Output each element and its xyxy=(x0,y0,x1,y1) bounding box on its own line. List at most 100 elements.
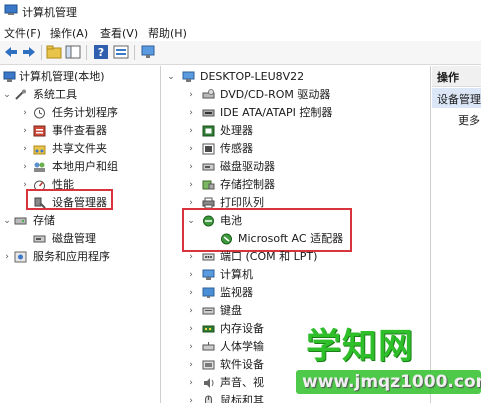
keyboard-icon xyxy=(202,307,215,315)
disk-management-icon xyxy=(33,235,46,243)
chevron-right-icon[interactable]: › xyxy=(186,266,196,284)
device-label: DVD/CD-ROM 驱动器 xyxy=(220,88,331,101)
tree-label: 磁盘管理 xyxy=(52,232,96,245)
chevron-right-icon[interactable]: › xyxy=(186,284,196,302)
chevron-right-icon[interactable]: › xyxy=(186,356,196,374)
actions-header: 操作 xyxy=(432,66,481,87)
watermark: 学知网 www.jmqz1000.com xyxy=(296,318,481,403)
chevron-right-icon[interactable]: › xyxy=(186,248,196,266)
console-tree-icon[interactable] xyxy=(65,44,81,60)
chevron-down-icon[interactable]: ⌄ xyxy=(2,86,12,104)
computer-management-icon xyxy=(4,4,18,15)
back-arrow-icon[interactable] xyxy=(3,44,19,60)
event-viewer-icon xyxy=(33,125,46,137)
processor-icon xyxy=(202,125,215,137)
chevron-right-icon[interactable]: › xyxy=(186,158,196,176)
toolbar-separator xyxy=(86,45,87,60)
watermark-url: www.jmqz1000.com xyxy=(302,372,481,392)
chevron-right-icon[interactable]: › xyxy=(186,104,196,122)
storage-icon xyxy=(14,217,27,225)
toolbar-separator xyxy=(134,45,135,60)
device-label: IDE ATA/ATAPI 控制器 xyxy=(220,106,333,119)
tree-disk-management[interactable]: 磁盘管理 xyxy=(0,230,160,248)
chevron-down-icon[interactable]: ⌄ xyxy=(166,68,176,86)
chevron-right-icon[interactable]: › xyxy=(20,158,30,176)
device-label: 计算机 xyxy=(220,268,253,281)
speaker-icon xyxy=(204,378,214,388)
users-icon xyxy=(34,162,45,172)
tree-system-tools[interactable]: ⌄ 系统工具 xyxy=(0,86,160,104)
battery-highlight xyxy=(182,208,352,252)
software-device-icon xyxy=(202,360,215,370)
chevron-right-icon[interactable]: › xyxy=(20,122,30,140)
device-sensors[interactable]: › 传感器 xyxy=(162,140,430,158)
chevron-right-icon[interactable]: › xyxy=(20,140,30,158)
actions-selected-item[interactable]: 设备管理 xyxy=(432,88,481,108)
device-disk[interactable]: › 磁盘驱动器 xyxy=(162,158,430,176)
watermark-title: 学知网 xyxy=(306,327,415,367)
services-icon xyxy=(14,251,27,263)
actions-selected-label: 设备管理 xyxy=(437,93,481,106)
tree-services[interactable]: › 服务和应用程序 xyxy=(0,248,160,266)
chevron-right-icon[interactable]: › xyxy=(186,338,196,356)
tree-local-users[interactable]: › 本地用户和组 xyxy=(0,158,160,176)
computer-icon xyxy=(202,269,215,280)
forward-arrow-icon[interactable] xyxy=(21,44,37,60)
console-tree-pane: 计算机管理(本地) ⌄ 系统工具 › 任务计划程序 › 事件查看器 › 共享文件… xyxy=(0,66,161,403)
tree-label: 事件查看器 xyxy=(52,124,107,137)
tree-task-scheduler[interactable]: › 任务计划程序 xyxy=(0,104,160,122)
tree-shared-folders[interactable]: › 共享文件夹 xyxy=(0,140,160,158)
chevron-right-icon[interactable]: › xyxy=(186,374,196,392)
device-computer[interactable]: ⌄ DESKTOP-LEU8V22 xyxy=(162,68,430,86)
chevron-right-icon[interactable]: › xyxy=(20,104,30,122)
tree-label: 共享文件夹 xyxy=(52,142,107,155)
toolbar-separator xyxy=(41,45,42,60)
menu-file[interactable]: 文件(F) xyxy=(4,25,41,41)
tools-icon xyxy=(15,89,26,100)
chevron-right-icon[interactable]: › xyxy=(186,392,196,403)
device-dvd[interactable]: › DVD/CD-ROM 驱动器 xyxy=(162,86,430,104)
device-label: 声音、视 xyxy=(220,376,264,389)
title-bar: 计算机管理 xyxy=(0,0,481,23)
device-computer-category[interactable]: › 计算机 xyxy=(162,266,430,284)
tree-label: 本地用户和组 xyxy=(52,160,118,173)
monitor-icon[interactable] xyxy=(140,44,156,60)
window-title: 计算机管理 xyxy=(22,6,77,19)
storage-controller-icon xyxy=(202,180,215,190)
menu-action[interactable]: 操作(A) xyxy=(50,25,88,41)
ide-controller-icon xyxy=(202,109,215,117)
mouse-icon xyxy=(205,395,212,403)
device-storage-controller[interactable]: › 存储控制器 xyxy=(162,176,430,194)
tree-event-viewer[interactable]: › 事件查看器 xyxy=(0,122,160,140)
clock-icon xyxy=(34,107,45,119)
chevron-right-icon[interactable]: › xyxy=(186,122,196,140)
menu-help[interactable]: 帮助(H) xyxy=(148,25,187,41)
tree-root-label: 计算机管理(本地) xyxy=(19,70,105,83)
chevron-right-icon[interactable]: › xyxy=(186,302,196,320)
chevron-right-icon[interactable]: › xyxy=(186,320,196,338)
computer-management-icon xyxy=(3,71,16,82)
device-label: 磁盘驱动器 xyxy=(220,160,275,173)
device-ports[interactable]: › 端口 (COM 和 LPT) xyxy=(162,248,430,266)
more-actions-link[interactable]: 更多 xyxy=(458,112,480,128)
chevron-right-icon[interactable]: › xyxy=(186,176,196,194)
device-monitor[interactable]: › 监视器 xyxy=(162,284,430,302)
help-icon[interactable]: ? xyxy=(93,44,109,60)
chevron-right-icon[interactable]: › xyxy=(186,86,196,104)
properties-icon[interactable] xyxy=(113,44,129,60)
folder-up-icon[interactable] xyxy=(46,44,62,60)
svg-text:?: ? xyxy=(98,46,104,59)
device-ide[interactable]: › IDE ATA/ATAPI 控制器 xyxy=(162,104,430,122)
disk-drive-icon xyxy=(202,163,215,171)
chevron-right-icon[interactable]: › xyxy=(186,140,196,158)
tree-root[interactable]: 计算机管理(本地) xyxy=(0,68,160,86)
device-label: 人体学输 xyxy=(220,340,264,353)
device-cpu[interactable]: › 处理器 xyxy=(162,122,430,140)
monitor-icon xyxy=(202,287,215,298)
tree-label: 存储 xyxy=(33,214,55,227)
tree-storage[interactable]: ⌄ 存储 xyxy=(0,212,160,230)
chevron-right-icon[interactable]: › xyxy=(2,248,12,266)
port-icon xyxy=(202,253,215,261)
menu-view[interactable]: 查看(V) xyxy=(100,25,138,41)
chevron-down-icon[interactable]: ⌄ xyxy=(2,212,12,230)
